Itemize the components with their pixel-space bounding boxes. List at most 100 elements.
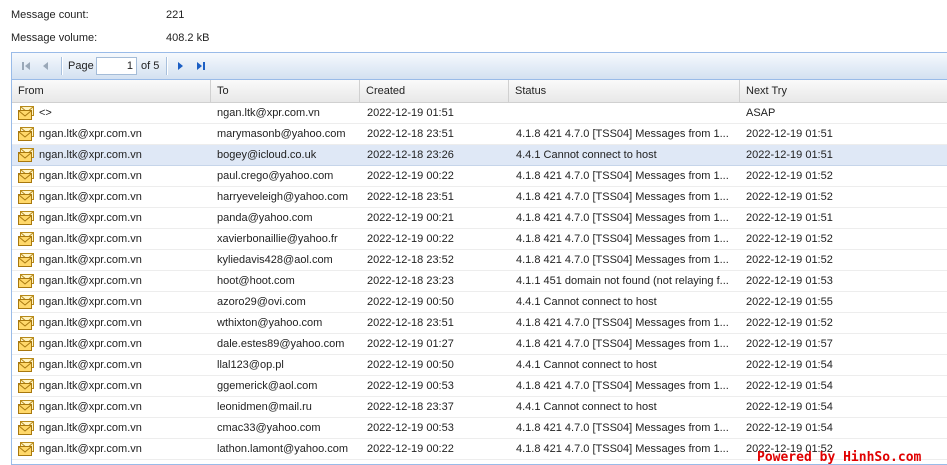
queued-mail-icon — [18, 358, 34, 372]
watermark: Powered by HinhSo.com — [757, 450, 922, 465]
to-cell: leonidmen@mail.ru — [217, 401, 312, 413]
status-cell: 4.1.1 451 domain not found (not relaying… — [516, 275, 729, 287]
status-cell: 4.4.1 Cannot connect to host — [516, 401, 657, 413]
last-page-button[interactable] — [193, 58, 209, 74]
table-row[interactable]: ngan.ltk@xpr.com.vn hoot@hoot.com 2022-12-… — [12, 271, 947, 292]
status-cell: 4.4.1 Cannot connect to host — [516, 149, 657, 161]
from-cell: ngan.ltk@xpr.com.vn — [39, 422, 142, 434]
to-cell: marymasonb@yahoo.com — [217, 128, 346, 140]
message-volume-label: Message volume: — [11, 32, 98, 44]
queued-mail-icon — [18, 316, 34, 330]
status-cell: 4.1.8 421 4.7.0 [TSS04] Messages from 1.… — [516, 317, 729, 329]
next-try-cell: 2022-12-19 01:53 — [746, 275, 833, 287]
status-cell: 4.1.8 421 4.7.0 [TSS04] Messages from 1.… — [516, 338, 729, 350]
from-cell: <> — [39, 107, 52, 119]
next-try-cell: ASAP — [746, 107, 776, 119]
status-cell: 4.4.1 Cannot connect to host — [516, 359, 657, 371]
table-row[interactable]: ngan.ltk@xpr.com.vn leonidmen@mail.ru 2022… — [12, 397, 947, 418]
from-cell: ngan.ltk@xpr.com.vn — [39, 380, 142, 392]
created-cell: 2022-12-18 23:23 — [367, 275, 454, 287]
to-cell: panda@yahoo.com — [217, 212, 313, 224]
page-number-input[interactable] — [96, 57, 137, 75]
toolbar-separator — [61, 57, 62, 75]
from-cell: ngan.ltk@xpr.com.vn — [39, 191, 142, 203]
from-cell: ngan.ltk@xpr.com.vn — [39, 275, 142, 287]
from-cell: ngan.ltk@xpr.com.vn — [39, 149, 142, 161]
status-cell: 4.1.8 421 4.7.0 [TSS04] Messages from 1.… — [516, 422, 729, 434]
table-row[interactable]: ngan.ltk@xpr.com.vn xavierbonaillie@yahoo… — [12, 229, 947, 250]
table-row[interactable]: ngan.ltk@xpr.com.vn ggemerick@aol.com 2022… — [12, 376, 947, 397]
to-cell: wthixton@yahoo.com — [217, 317, 323, 329]
queued-mail-icon — [18, 106, 34, 120]
column-header-next-try[interactable]: Next Try — [740, 80, 947, 102]
column-header-from[interactable]: From — [12, 80, 211, 102]
created-cell: 2022-12-18 23:37 — [367, 401, 454, 413]
created-cell: 2022-12-18 23:51 — [367, 317, 454, 329]
to-cell: paul.crego@yahoo.com — [217, 170, 334, 182]
to-cell: harryeveleigh@yahoo.com — [217, 191, 349, 203]
next-try-cell: 2022-12-19 01:54 — [746, 380, 833, 392]
created-cell: 2022-12-19 00:50 — [367, 359, 454, 371]
created-cell: 2022-12-18 23:26 — [367, 149, 454, 161]
queued-mail-icon — [18, 442, 34, 456]
table-row[interactable]: ngan.ltk@xpr.com.vn panda@yahoo.com 2022-1… — [12, 208, 947, 229]
status-cell: 4.1.8 421 4.7.0 [TSS04] Messages from 1.… — [516, 170, 729, 182]
table-row[interactable]: ngan.ltk@xpr.com.vn bogey@icloud.co.uk 202… — [12, 145, 947, 166]
next-try-cell: 2022-12-19 01:51 — [746, 212, 833, 224]
to-cell: bogey@icloud.co.uk — [217, 149, 317, 161]
table-row[interactable]: ngan.ltk@xpr.com.vn wthixton@yahoo.com 202… — [12, 313, 947, 334]
next-try-cell: 2022-12-19 01:52 — [746, 233, 833, 245]
from-cell: ngan.ltk@xpr.com.vn — [39, 401, 142, 413]
table-row[interactable]: ngan.ltk@xpr.com.vn kyliedavis428@aol.com… — [12, 250, 947, 271]
prev-page-button[interactable] — [38, 58, 54, 74]
page-label: Page — [68, 60, 94, 72]
column-header-status[interactable]: Status — [509, 80, 740, 102]
next-page-button[interactable] — [172, 58, 188, 74]
created-cell: 2022-12-18 23:51 — [367, 128, 454, 140]
message-queue-grid: Page of 5 From To Created Status Next Tr… — [11, 52, 947, 465]
table-row[interactable]: ngan.ltk@xpr.com.vn cmac33@yahoo.com 2022-… — [12, 418, 947, 439]
created-cell: 2022-12-19 01:51 — [367, 107, 454, 119]
from-cell: ngan.ltk@xpr.com.vn — [39, 212, 142, 224]
to-cell: ggemerick@aol.com — [217, 380, 318, 392]
prev-page-icon — [43, 62, 48, 70]
to-cell: lathon.lamont@yahoo.com — [217, 443, 349, 455]
table-row[interactable]: ngan.ltk@xpr.com.vn dale.estes89@yahoo.co… — [12, 334, 947, 355]
created-cell: 2022-12-19 00:22 — [367, 233, 454, 245]
created-cell: 2022-12-19 00:53 — [367, 380, 454, 392]
from-cell: ngan.ltk@xpr.com.vn — [39, 317, 142, 329]
status-cell: 4.1.8 421 4.7.0 [TSS04] Messages from 1.… — [516, 380, 729, 392]
from-cell: ngan.ltk@xpr.com.vn — [39, 233, 142, 245]
first-page-button[interactable] — [18, 58, 34, 74]
status-cell: 4.1.8 421 4.7.0 [TSS04] Messages from 1.… — [516, 212, 729, 224]
queued-mail-icon — [18, 253, 34, 267]
queued-mail-icon — [18, 379, 34, 393]
next-try-cell: 2022-12-19 01:51 — [746, 149, 833, 161]
queued-mail-icon — [18, 274, 34, 288]
status-cell: 4.1.8 421 4.7.0 [TSS04] Messages from 1.… — [516, 254, 729, 266]
from-cell: ngan.ltk@xpr.com.vn — [39, 170, 142, 182]
from-cell: ngan.ltk@xpr.com.vn — [39, 296, 142, 308]
queued-mail-icon — [18, 232, 34, 246]
status-cell: 4.1.8 421 4.7.0 [TSS04] Messages from 1.… — [516, 443, 729, 455]
table-row[interactable]: ngan.ltk@xpr.com.vn azoro29@ovi.com 2022-1… — [12, 292, 947, 313]
column-header-to[interactable]: To — [211, 80, 360, 102]
to-cell: azoro29@ovi.com — [217, 296, 306, 308]
table-row[interactable]: ngan.ltk@xpr.com.vn harryeveleigh@yahoo.c… — [12, 187, 947, 208]
table-row[interactable]: <> ngan.ltk@xpr.com.vn 2022-12-19 01:51 ASA… — [12, 103, 947, 124]
created-cell: 2022-12-18 23:51 — [367, 191, 454, 203]
queued-mail-icon — [18, 400, 34, 414]
created-cell: 2022-12-19 00:50 — [367, 296, 454, 308]
table-row[interactable]: ngan.ltk@xpr.com.vn paul.crego@yahoo.com 2… — [12, 166, 947, 187]
toolbar-separator — [166, 57, 167, 75]
column-header-created[interactable]: Created — [360, 80, 509, 102]
from-cell: ngan.ltk@xpr.com.vn — [39, 443, 142, 455]
from-cell: ngan.ltk@xpr.com.vn — [39, 338, 142, 350]
next-page-icon — [178, 62, 183, 70]
queued-mail-icon — [18, 127, 34, 141]
table-row[interactable]: ngan.ltk@xpr.com.vn llal123@op.pl 2022-12-… — [12, 355, 947, 376]
next-try-cell: 2022-12-19 01:55 — [746, 296, 833, 308]
status-cell — [516, 103, 736, 123]
table-row[interactable]: ngan.ltk@xpr.com.vn marymasonb@yahoo.com 2… — [12, 124, 947, 145]
last-page-icon — [197, 62, 205, 70]
